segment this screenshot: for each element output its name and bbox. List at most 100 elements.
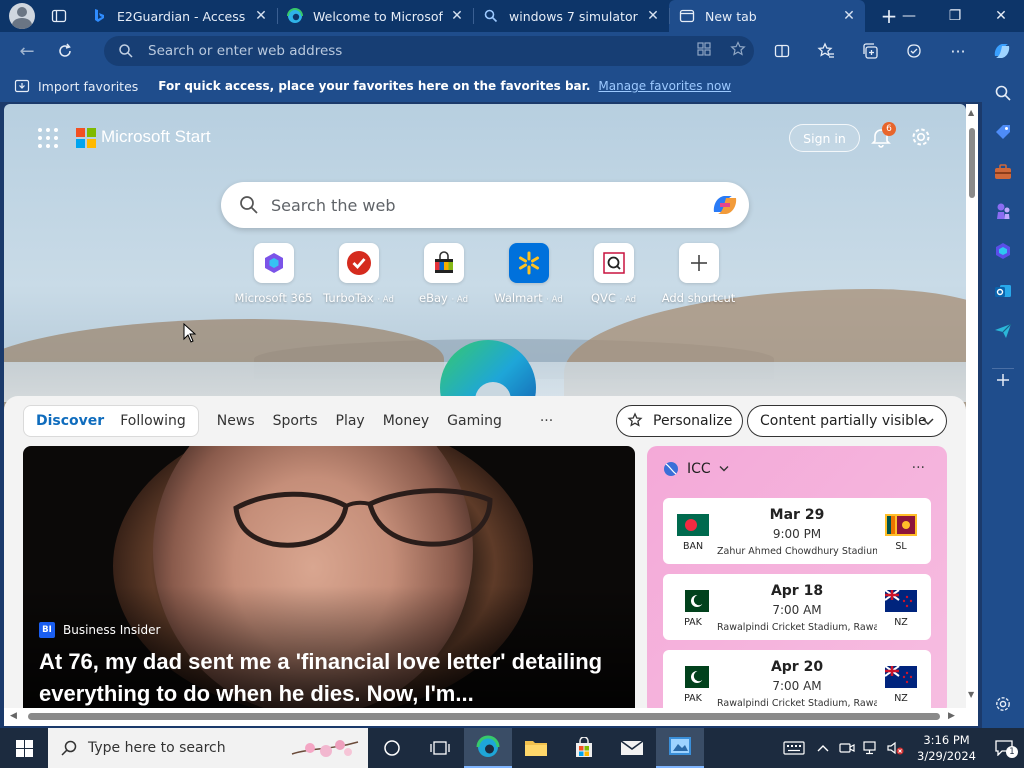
tab-windows-7-simulator[interactable]: windows 7 simulator ✕ — [473, 0, 669, 32]
horizontal-scrollbar[interactable]: ◀ ▶ — [4, 708, 978, 726]
copilot-icon[interactable] — [711, 192, 739, 218]
vertical-scroll-thumb[interactable] — [969, 128, 975, 198]
taskbar-search-placeholder: Type here to search — [88, 740, 226, 756]
feed-tab-play[interactable]: Play — [336, 413, 365, 429]
feed-tab-money[interactable]: Money — [383, 413, 429, 429]
tab-following[interactable]: Following — [112, 413, 194, 429]
taskbar-clock[interactable]: 3:16 PM 3/29/2024 — [917, 732, 976, 764]
search-icon — [61, 740, 77, 756]
scroll-right-icon[interactable]: ▶ — [948, 711, 955, 721]
shortcut-qvc[interactable]: QVC · Ad — [571, 243, 656, 305]
minimize-icon[interactable]: — — [886, 0, 932, 32]
sign-in-button[interactable]: Sign in — [789, 124, 860, 152]
tab-e2guardian[interactable]: E2Guardian - Access Denied ✕ — [81, 0, 277, 32]
action-center-count: 1 — [1006, 746, 1018, 758]
task-view-icon[interactable] — [368, 728, 416, 768]
keyboard-icon[interactable] — [777, 741, 811, 755]
mail-icon[interactable] — [608, 728, 656, 768]
drop-send-icon[interactable] — [992, 320, 1014, 342]
brand-title[interactable]: Microsoft Start — [101, 127, 211, 147]
favorite-star-icon[interactable] — [730, 41, 746, 57]
task-switcher-icon[interactable] — [416, 728, 464, 768]
manage-favorites-link[interactable]: Manage favorites now — [598, 79, 731, 93]
article-source[interactable]: BI Business Insider — [39, 622, 160, 638]
split-screen-icon[interactable] — [770, 39, 794, 63]
feed-tab-sports[interactable]: Sports — [273, 413, 318, 429]
favorites-icon[interactable] — [814, 39, 838, 63]
settings-and-more-icon[interactable]: ··· — [946, 39, 970, 63]
match-card[interactable]: PAK Apr 20 7:00 AM Rawalpindi Cricket St… — [663, 650, 931, 708]
microsoft-logo-icon — [76, 128, 96, 148]
cricket-widget-header[interactable]: ICC — [663, 461, 729, 477]
scroll-up-icon[interactable]: ▲ — [968, 108, 974, 117]
windows-start-icon[interactable] — [0, 728, 48, 768]
collections-icon[interactable] — [858, 39, 882, 63]
tools-briefcase-icon[interactable] — [992, 161, 1014, 183]
refresh-icon[interactable] — [48, 36, 82, 66]
browser-essentials-icon[interactable] — [902, 39, 926, 63]
volume-muted-icon[interactable] — [883, 741, 909, 755]
games-chess-icon[interactable] — [992, 200, 1014, 222]
shortcut-microsoft-365[interactable]: Microsoft 365 — [231, 243, 316, 305]
feed-more-button[interactable]: ··· — [540, 413, 553, 429]
shopping-tag-icon[interactable] — [992, 121, 1014, 143]
hero-article-card[interactable]: BI Business Insider At 76, my dad sent m… — [23, 446, 635, 708]
profile-avatar[interactable] — [9, 3, 35, 29]
back-icon[interactable]: ← — [10, 36, 44, 66]
tab-discover[interactable]: Discover — [28, 413, 112, 429]
content-visibility-dropdown[interactable]: Content partially visible — [747, 405, 947, 437]
show-hidden-icons-chevron-icon[interactable] — [811, 744, 835, 752]
shortcut-label: TurboTax — [323, 291, 374, 305]
add-sidebar-app-icon[interactable] — [992, 368, 1014, 390]
tab-new-tab[interactable]: New tab ✕ — [669, 0, 865, 32]
match-venue: Rawalpindi Cricket Stadium, Rawal... — [717, 622, 877, 633]
taskbar-edge-icon[interactable] — [464, 728, 512, 768]
favorites-bar-message: For quick access, place your favorites h… — [158, 79, 591, 93]
match-card[interactable]: PAK Apr 18 7:00 AM Rawalpindi Cricket St… — [663, 574, 931, 640]
close-tab-icon[interactable]: ✕ — [449, 8, 465, 24]
browser-toolbar: ← Search or enter web address ··· — [0, 32, 1024, 70]
page-settings-gear-icon[interactable] — [910, 126, 932, 148]
microsoft-store-icon[interactable] — [560, 728, 608, 768]
shortcut-walmart[interactable]: Walmart · Ad — [486, 243, 571, 305]
sidebar-settings-icon[interactable] — [992, 693, 1014, 715]
shortcut-ebay[interactable]: eBay · Ad — [401, 243, 486, 305]
feed-tab-news[interactable]: News — [217, 413, 255, 429]
scroll-left-icon[interactable]: ◀ — [10, 711, 17, 721]
outlook-icon[interactable] — [992, 280, 1014, 302]
tab-strip: E2Guardian - Access Denied ✕ Welcome to … — [0, 0, 1024, 32]
shortcut-label: Add shortcut — [661, 291, 736, 305]
horizontal-scroll-thumb[interactable] — [28, 713, 940, 720]
import-favorites-button[interactable]: Import favorites — [14, 78, 138, 94]
sidebar-search-icon[interactable] — [992, 82, 1014, 104]
tab-actions-icon[interactable] — [45, 2, 73, 30]
close-tab-icon[interactable]: ✕ — [645, 8, 661, 24]
file-explorer-icon[interactable] — [512, 728, 560, 768]
windows-simulator-app-icon[interactable] — [656, 728, 704, 768]
restore-icon[interactable]: ❐ — [932, 0, 978, 32]
match-card[interactable]: BAN Mar 29 9:00 PM Zahur Ahmed Chowdhury… — [663, 498, 931, 564]
close-tab-icon[interactable]: ✕ — [253, 8, 269, 24]
taskbar-search-box[interactable]: Type here to search — [48, 728, 368, 768]
close-tab-icon[interactable]: ✕ — [841, 8, 857, 24]
action-center-icon[interactable]: 1 — [984, 740, 1024, 758]
add-shortcut-button[interactable]: Add shortcut — [656, 243, 741, 305]
tab-welcome-edge[interactable]: Welcome to Microsoft Edge ✕ — [277, 0, 473, 32]
personalize-button[interactable]: Personalize — [616, 405, 744, 437]
edge-sidebar — [982, 70, 1024, 728]
article-headline[interactable]: At 76, my dad sent me a 'financial love … — [39, 646, 619, 708]
web-search-box[interactable]: Search the web — [221, 182, 749, 228]
app-available-icon[interactable] — [696, 41, 712, 57]
scroll-down-icon[interactable]: ▼ — [968, 690, 974, 699]
feed-tab-gaming[interactable]: Gaming — [447, 413, 502, 429]
vertical-scrollbar[interactable]: ▲ ▼ — [966, 104, 978, 708]
meet-now-icon[interactable] — [835, 741, 859, 755]
app-launcher-icon[interactable] — [38, 128, 58, 148]
microsoft-365-icon[interactable] — [992, 240, 1014, 262]
cricket-widget-more-button[interactable]: ··· — [912, 460, 925, 476]
shortcut-turbotax[interactable]: TurboTax · Ad — [316, 243, 401, 305]
address-bar[interactable]: Search or enter web address — [104, 36, 754, 66]
network-icon[interactable] — [859, 741, 883, 755]
close-window-icon[interactable]: ✕ — [978, 0, 1024, 32]
copilot-icon[interactable] — [990, 39, 1014, 63]
